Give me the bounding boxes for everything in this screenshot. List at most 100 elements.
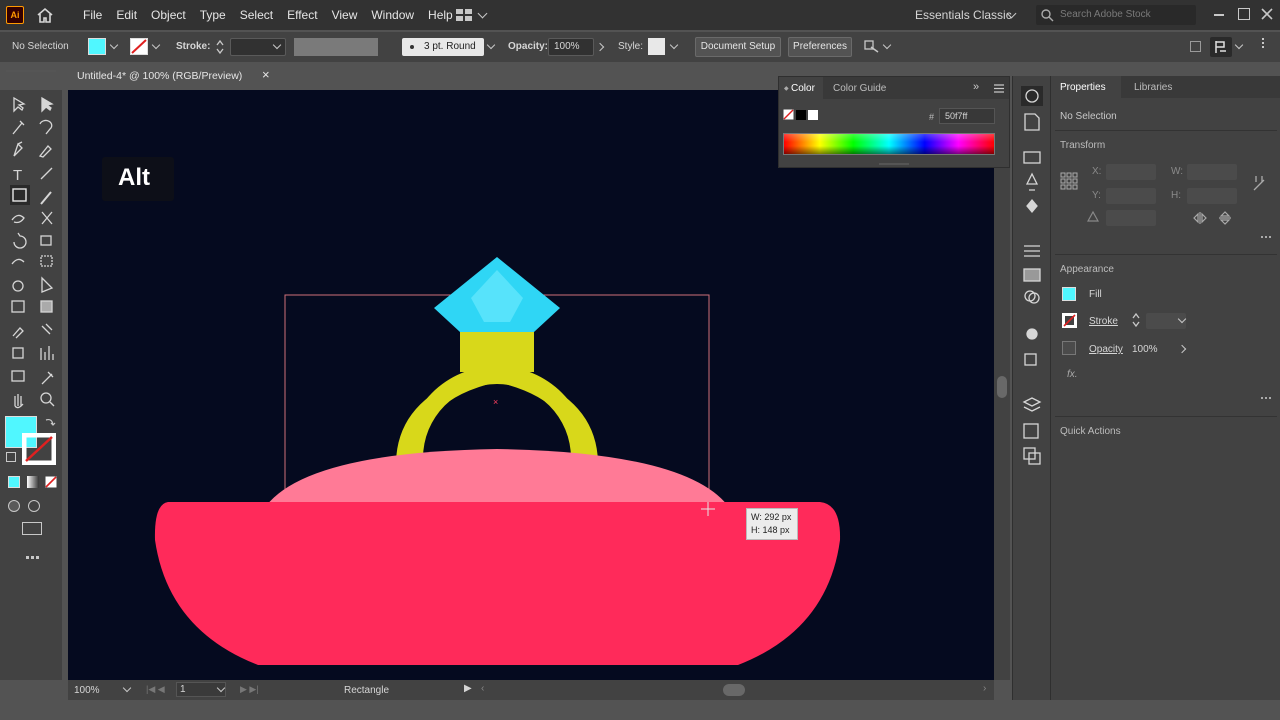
draw-normal-icon[interactable] [8, 500, 20, 512]
opacity-label[interactable]: Opacity [1089, 344, 1123, 355]
stroke-label[interactable]: Stroke [1089, 316, 1118, 327]
flip-vertical-icon[interactable] [1219, 211, 1231, 225]
screen-mode-icon[interactable] [22, 522, 42, 535]
tools-grip[interactable] [6, 70, 56, 72]
scissors-tool-icon[interactable] [41, 211, 53, 225]
gradient-tool-icon[interactable] [40, 300, 53, 313]
minimize-icon[interactable] [1214, 14, 1224, 16]
chevron-down-icon[interactable] [669, 40, 679, 50]
hex-input[interactable]: 50f7ff [939, 108, 995, 124]
draw-behind-icon[interactable] [28, 500, 40, 512]
home-icon[interactable] [36, 7, 54, 23]
fill-swatch[interactable] [88, 38, 106, 55]
scroll-right-icon[interactable]: › [983, 683, 986, 694]
stroke-none-swatch[interactable] [130, 38, 148, 55]
slice-tool-icon[interactable] [41, 371, 54, 385]
none-color-icon[interactable] [783, 109, 794, 120]
mesh-tool-icon[interactable] [11, 300, 25, 313]
export-icon[interactable] [1023, 423, 1039, 439]
chevron-down-icon[interactable] [486, 40, 496, 50]
width-tool-icon[interactable] [11, 258, 25, 265]
opacity-field[interactable]: 100% [548, 38, 594, 56]
chevron-down-icon[interactable] [1234, 40, 1244, 50]
chevron-right-icon[interactable] [1177, 344, 1187, 354]
shape-builder-tool-icon[interactable] [12, 280, 24, 292]
artboard-canvas[interactable]: × Alt W: 292 px H: 148 px [68, 90, 994, 680]
ring-setting[interactable] [460, 332, 534, 372]
type-tool-icon[interactable]: T [13, 167, 22, 184]
image-trace-icon[interactable] [1023, 151, 1041, 164]
constrain-proportions-icon[interactable] [1252, 174, 1266, 192]
more-options-icon[interactable] [1262, 38, 1264, 40]
menu-window[interactable]: Window [364, 0, 421, 30]
pen-tool-icon[interactable] [13, 141, 23, 157]
chevron-down-icon[interactable] [477, 8, 488, 19]
tab-color-guide[interactable]: Color Guide [833, 83, 886, 94]
stock-search-input[interactable]: Search Adobe Stock [1036, 5, 1196, 25]
white-swatch[interactable] [808, 110, 818, 120]
scroll-thumb[interactable] [997, 376, 1007, 398]
appearance-icon[interactable] [1026, 328, 1038, 340]
stroke-weight-stepper[interactable] [215, 39, 225, 55]
tab-properties[interactable]: Properties [1051, 76, 1121, 98]
menu-effect[interactable]: Effect [280, 0, 324, 30]
w-field[interactable] [1187, 164, 1237, 180]
workspace-switcher[interactable]: Essentials Classic [915, 8, 1012, 22]
zoom-tool-icon[interactable] [40, 392, 52, 404]
lasso-tool-icon[interactable] [39, 119, 53, 135]
vertical-scrollbar[interactable] [994, 90, 1010, 680]
zoom-level[interactable]: 100% [74, 685, 100, 696]
x-field[interactable] [1106, 164, 1156, 180]
brush-definition[interactable]: 3 pt. Round [402, 38, 484, 56]
status-menu-arrow-icon[interactable]: ▶ [464, 683, 472, 694]
reference-point-icon[interactable] [1060, 172, 1078, 190]
more-transform-icon[interactable] [1261, 236, 1263, 238]
variable-width-profile[interactable] [294, 38, 378, 56]
angle-field[interactable] [1106, 210, 1156, 226]
color-spectrum[interactable] [783, 133, 995, 155]
color-mode-icon[interactable] [8, 476, 20, 488]
chevron-down-icon[interactable] [882, 40, 892, 50]
stroke-color-swatch[interactable] [1062, 313, 1077, 328]
stroke-color-large[interactable] [22, 433, 56, 465]
hand-tool-icon[interactable] [14, 394, 24, 409]
default-colors-icon[interactable] [6, 452, 16, 462]
symbol-sprayer-tool-icon[interactable] [12, 347, 24, 359]
arrange-documents-icon[interactable] [455, 8, 473, 22]
document-setup-button[interactable]: Document Setup [695, 37, 781, 57]
y-field[interactable] [1106, 188, 1156, 204]
tab-libraries[interactable]: Libraries [1134, 82, 1172, 93]
restore-icon[interactable] [1238, 8, 1250, 20]
chevron-right-icon[interactable] [595, 42, 605, 52]
blend-tool-icon[interactable] [41, 323, 53, 335]
document-tab[interactable]: Untitled-4* @ 100% (RGB/Preview) × [68, 64, 278, 88]
fill-color-swatch[interactable] [1062, 287, 1076, 301]
scale-tool-icon[interactable] [40, 235, 52, 246]
stroke-stepper[interactable] [1131, 312, 1141, 328]
menu-view[interactable]: View [325, 0, 365, 30]
brushes-icon[interactable] [1025, 172, 1039, 191]
menu-help[interactable]: Help [421, 0, 460, 30]
chevron-down-icon[interactable] [122, 683, 132, 693]
panel-collapse-icon[interactable]: ◆ [784, 85, 789, 92]
menu-file[interactable]: File [76, 0, 109, 30]
scroll-left-icon[interactable]: ‹ [481, 683, 484, 694]
preferences-button[interactable]: Preferences [788, 37, 852, 57]
edit-toolbar-icon[interactable] [26, 556, 29, 559]
panel-menu-icon[interactable] [993, 84, 1005, 93]
free-transform-tool-icon[interactable] [40, 255, 53, 267]
cushion-top[interactable] [266, 449, 728, 506]
gradient-mode-icon[interactable] [27, 476, 39, 488]
paintbrush-tool-icon[interactable] [40, 191, 52, 205]
swap-colors-icon[interactable] [44, 416, 56, 428]
document-info-icon[interactable] [1024, 113, 1040, 131]
graphic-style-swatch[interactable] [648, 38, 665, 55]
shaper-tool-icon[interactable] [11, 214, 25, 224]
fx-icon[interactable]: fx. [1067, 369, 1078, 380]
more-appearance-icon[interactable] [1261, 397, 1263, 399]
symbols-icon[interactable] [1026, 198, 1038, 214]
menu-select[interactable]: Select [233, 0, 280, 30]
align-icon[interactable] [1024, 245, 1040, 257]
h-field[interactable] [1187, 188, 1237, 204]
gradient-panel-icon[interactable] [1023, 268, 1041, 282]
